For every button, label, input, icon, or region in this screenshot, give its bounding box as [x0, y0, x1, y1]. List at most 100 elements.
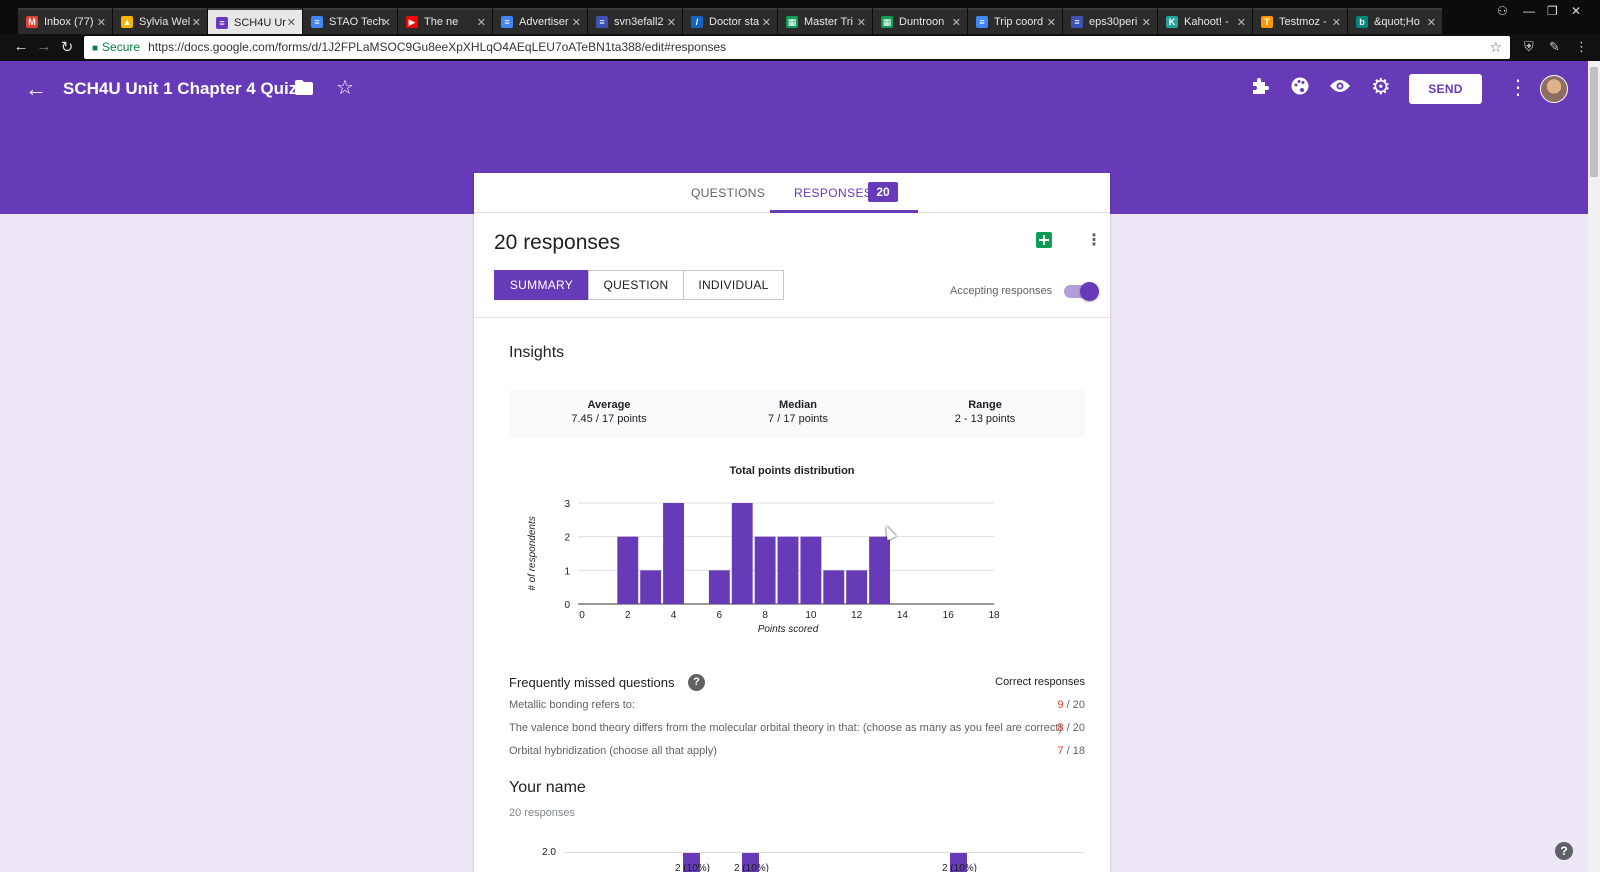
close-tab-icon[interactable]: ✕: [572, 16, 581, 29]
y-tick-label: 2.0: [542, 847, 556, 858]
browser-tab[interactable]: ≡ STAO Tech ✕: [303, 8, 397, 34]
missed-question-text: Orbital hybridization (choose all that a…: [509, 745, 717, 757]
close-tab-icon[interactable]: ✕: [287, 16, 296, 29]
browser-tab[interactable]: ▦ Master Tri ✕: [778, 8, 872, 34]
bar: [846, 570, 868, 604]
testmoz-icon: T: [1261, 16, 1273, 28]
bookmark-star-icon[interactable]: ☆: [1489, 36, 1502, 59]
missed-question-row[interactable]: Orbital hybridization (choose all that a…: [509, 745, 1085, 757]
total-count: / 18: [1063, 745, 1085, 757]
forms-icon: ≡: [216, 16, 228, 29]
kahoot-icon: K: [1166, 16, 1178, 28]
close-tab-icon[interactable]: ✕: [667, 16, 676, 29]
x-tick-label: 4: [671, 610, 677, 621]
gmail-icon: M: [26, 16, 38, 28]
scrollbar-thumb[interactable]: [1590, 67, 1598, 177]
bar: [823, 570, 845, 604]
browser-tab[interactable]: ≡ Advertiser ✕: [493, 8, 587, 34]
shield-extension-icon[interactable]: ⛨: [1524, 39, 1534, 55]
x-tick-label: 18: [988, 610, 1000, 621]
close-tab-icon[interactable]: ✕: [762, 16, 771, 29]
close-window-icon[interactable]: ✕: [1571, 4, 1581, 18]
browser-tab[interactable]: ▲ Sylvia Wel ✕: [113, 8, 207, 34]
close-tab-icon[interactable]: ✕: [952, 16, 961, 29]
back-arrow-icon[interactable]: ←: [25, 76, 47, 102]
close-tab-icon[interactable]: ✕: [1047, 16, 1056, 29]
points-distribution-chart: 01230 2 4 6 8 10 12 14 16 18Points scored# of res…: [527, 499, 1000, 635]
close-tab-icon[interactable]: ✕: [1427, 16, 1436, 29]
close-tab-icon[interactable]: ✕: [382, 16, 391, 29]
missed-questions-title: Frequently missed questions: [509, 675, 675, 690]
help-icon[interactable]: ?: [1555, 842, 1573, 860]
bar: [869, 536, 890, 604]
correct-score: 8 / 20: [1057, 722, 1085, 734]
browser-tab[interactable]: / Doctor sta ✕: [683, 8, 777, 34]
bar-data-label: 2 (10%): [942, 863, 978, 872]
y-tick-label: 1: [564, 566, 570, 577]
close-tab-icon[interactable]: ✕: [97, 16, 106, 29]
send-button[interactable]: SEND: [1409, 74, 1482, 104]
browser-tab[interactable]: ≡ eps30peri ✕: [1063, 8, 1157, 34]
restore-icon[interactable]: ❐: [1547, 4, 1558, 18]
palette-icon[interactable]: [1291, 77, 1309, 101]
browser-tab[interactable]: T Testmoz - ✕: [1253, 8, 1347, 34]
bar: [800, 536, 822, 604]
docs-icon: ≡: [976, 16, 988, 28]
sheets-icon: ▦: [786, 16, 798, 28]
close-tab-icon[interactable]: ✕: [1237, 16, 1246, 29]
close-tab-icon[interactable]: ✕: [192, 16, 201, 29]
forms-icon: ≡: [1071, 16, 1083, 28]
x-axis-label: Points scored: [758, 624, 819, 635]
star-icon[interactable]: ☆: [336, 75, 354, 100]
close-tab-icon[interactable]: ✕: [1332, 16, 1341, 29]
docs-icon: ≡: [311, 16, 323, 28]
browser-tab[interactable]: ≡ svn3efall2 ✕: [588, 8, 682, 34]
bar: [777, 536, 799, 604]
close-tab-icon[interactable]: ✕: [857, 16, 866, 29]
bar-data-label: 2 (10%): [734, 863, 770, 872]
correct-responses-header: Correct responses: [995, 676, 1085, 688]
minimize-icon[interactable]: —: [1523, 4, 1535, 18]
responses-card: QUESTIONS RESPONSES 20 20 responses ⋮ SU…: [474, 173, 1110, 872]
youtube-icon: ▶: [406, 16, 418, 28]
address-bar[interactable]: ■ Secure https://docs.google.com/forms/d/1…: [84, 36, 1510, 59]
bar-data-label: 2 (10%): [675, 863, 711, 872]
correct-score: 7 / 18: [1057, 745, 1085, 757]
browser-tab[interactable]: b &quot;Ho ✕: [1348, 8, 1442, 34]
bing-icon: b: [1356, 16, 1368, 28]
missed-question-row[interactable]: Metallic bonding refers to: 9 / 20: [509, 699, 1085, 711]
form-title[interactable]: SCH4U Unit 1 Chapter 4 Quiz: [63, 79, 297, 99]
help-icon[interactable]: ?: [688, 674, 705, 691]
browser-tab-strip: M Inbox (77) ✕ ▲ Sylvia Wel ✕ ≡ SCH4U Ur ✕ ≡ STAO …: [0, 0, 1600, 35]
forward-arrow-icon[interactable]: →: [34, 38, 54, 55]
chrome-menu-icon[interactable]: ⋮: [1575, 39, 1588, 55]
extension-icon[interactable]: ✎: [1549, 39, 1560, 55]
avatar[interactable]: [1540, 75, 1568, 103]
more-options-icon[interactable]: ⋮: [1508, 75, 1528, 100]
browser-tab[interactable]: ▶ The ne ✕: [398, 8, 492, 34]
preview-eye-icon[interactable]: [1330, 77, 1350, 100]
reload-icon[interactable]: ↻: [57, 38, 77, 56]
browser-tab[interactable]: ≡ SCH4U Ur ✕: [208, 8, 302, 35]
settings-gear-icon[interactable]: ⚙: [1371, 74, 1391, 100]
browser-tab[interactable]: M Inbox (77) ✕: [18, 8, 112, 34]
gridline: [564, 852, 1084, 853]
browser-tab[interactable]: K Kahoot! - ✕: [1158, 8, 1252, 34]
x-tick-label: 8: [762, 610, 768, 621]
browser-tab[interactable]: ≡ Trip coord ✕: [968, 8, 1062, 34]
folder-icon[interactable]: [295, 78, 313, 101]
forms-icon: ≡: [596, 16, 608, 28]
addons-puzzle-icon[interactable]: [1251, 77, 1269, 101]
profile-icon[interactable]: ⚇: [1497, 4, 1508, 18]
correct-score: 9 / 20: [1057, 699, 1085, 711]
page-scrollbar[interactable]: [1588, 61, 1600, 872]
back-arrow-icon[interactable]: ←: [11, 38, 31, 55]
close-tab-icon[interactable]: ✕: [1142, 16, 1151, 29]
missed-question-row[interactable]: The valence bond theory differs from the…: [509, 722, 1085, 734]
docs-icon: ≡: [501, 16, 513, 28]
y-axis-label: # of respondents: [527, 516, 538, 591]
drive-icon: ▲: [121, 16, 133, 28]
y-tick-label: 2: [564, 533, 570, 544]
browser-tab[interactable]: ▦ Duntroon ✕: [873, 8, 967, 34]
close-tab-icon[interactable]: ✕: [477, 16, 486, 29]
